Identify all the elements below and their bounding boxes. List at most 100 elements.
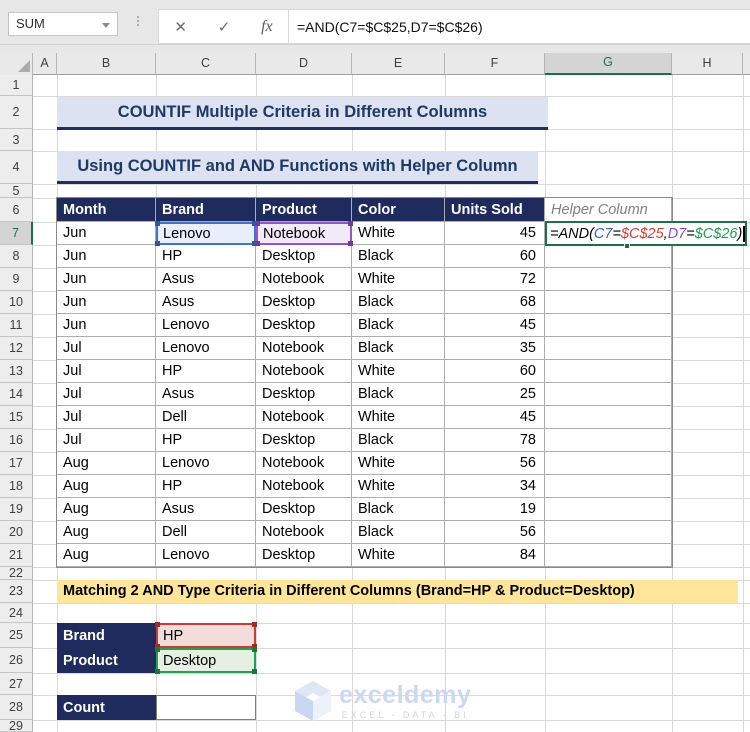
row-header-25[interactable]: 25	[0, 623, 33, 648]
column-header-F[interactable]: F	[445, 53, 545, 75]
column-header-A[interactable]: A	[33, 53, 57, 75]
product-label-cell[interactable]: Product	[57, 648, 156, 673]
table-cell-r10-cF[interactable]: 68	[445, 291, 545, 314]
table-cell-r8-cB[interactable]: Jun	[57, 245, 156, 268]
table-cell-r19-cB[interactable]: Aug	[57, 498, 156, 521]
row-header-13[interactable]: 13	[0, 360, 33, 383]
table-cell-r16-cG[interactable]	[545, 429, 672, 452]
table-cell-r16-cC[interactable]: HP	[156, 429, 256, 452]
column-header-H[interactable]: H	[672, 53, 743, 75]
row-header-5[interactable]: 5	[0, 184, 33, 198]
table-cell-r20-cF[interactable]: 56	[445, 521, 545, 544]
table-cell-r18-cD[interactable]: Notebook	[256, 475, 352, 498]
table-cell-r14-cB[interactable]: Jul	[57, 383, 156, 406]
table-cell-r21-cG[interactable]	[545, 544, 672, 567]
table-cell-r19-cE[interactable]: Black	[352, 498, 445, 521]
table-cell-r17-cB[interactable]: Aug	[57, 452, 156, 475]
row-header-11[interactable]: 11	[0, 314, 33, 337]
table-cell-r11-cB[interactable]: Jun	[57, 314, 156, 337]
row-header-22[interactable]: 22	[0, 566, 33, 580]
row-header-4[interactable]: 4	[0, 151, 33, 184]
table-cell-r14-cF[interactable]: 25	[445, 383, 545, 406]
fill-handle[interactable]	[624, 243, 630, 249]
row-header-29[interactable]: 29	[0, 719, 33, 732]
table-cell-r11-cD[interactable]: Desktop	[256, 314, 352, 337]
table-cell-r19-cF[interactable]: 19	[445, 498, 545, 521]
table-header-brand[interactable]: Brand	[156, 198, 256, 222]
ref-cell-D7[interactable]: Notebook	[255, 221, 353, 246]
table-cell-r13-cC[interactable]: HP	[156, 360, 256, 383]
table-cell-r16-cE[interactable]: Black	[352, 429, 445, 452]
table-cell-r17-cG[interactable]	[545, 452, 672, 475]
table-cell-r18-cE[interactable]: White	[352, 475, 445, 498]
table-cell-r8-cG[interactable]	[545, 245, 672, 268]
row-header-20[interactable]: 20	[0, 521, 33, 544]
column-header-E[interactable]: E	[352, 53, 445, 75]
table-cell-r15-cG[interactable]	[545, 406, 672, 429]
table-cell-r13-cE[interactable]: White	[352, 360, 445, 383]
table-cell-r9-cC[interactable]: Asus	[156, 268, 256, 291]
table-cell-r21-cF[interactable]: 84	[445, 544, 545, 567]
table-cell-r20-cG[interactable]	[545, 521, 672, 544]
table-cell-r13-cG[interactable]	[545, 360, 672, 383]
table-cell-r18-cG[interactable]	[545, 475, 672, 498]
row-header-24[interactable]: 24	[0, 603, 33, 623]
table-cell-r21-cC[interactable]: Lenovo	[156, 544, 256, 567]
formula-input[interactable]: =AND(C7=$C$25,D7=$C$26)	[289, 9, 750, 44]
table-cell-r21-cD[interactable]: Desktop	[256, 544, 352, 567]
column-header-D[interactable]: D	[256, 53, 352, 75]
table-header-units-sold[interactable]: Units Sold	[445, 198, 545, 222]
ref-cell-C7[interactable]: Lenovo	[155, 221, 257, 246]
table-cell-r14-cD[interactable]: Desktop	[256, 383, 352, 406]
table-cell-r16-cB[interactable]: Jul	[57, 429, 156, 452]
table-cell-r14-cE[interactable]: Black	[352, 383, 445, 406]
table-cell-r13-cD[interactable]: Notebook	[256, 360, 352, 383]
table-cell-r21-cE[interactable]: White	[352, 544, 445, 567]
table-cell-r11-cE[interactable]: Black	[352, 314, 445, 337]
table-cell-r13-cB[interactable]: Jul	[57, 360, 156, 383]
table-cell-r20-cB[interactable]: Aug	[57, 521, 156, 544]
select-all-corner[interactable]	[0, 53, 33, 75]
table-cell-r12-cB[interactable]: Jul	[57, 337, 156, 360]
table-cell-r10-cC[interactable]: Asus	[156, 291, 256, 314]
table-cell-r12-cC[interactable]: Lenovo	[156, 337, 256, 360]
title-banner-main[interactable]: COUNTIF Multiple Criteria in Different C…	[57, 97, 548, 130]
table-cell-r10-cE[interactable]: Black	[352, 291, 445, 314]
column-header-B[interactable]: B	[57, 53, 156, 75]
criteria-banner[interactable]: Matching 2 AND Type Criteria in Differen…	[57, 580, 738, 603]
table-cell-r16-cF[interactable]: 78	[445, 429, 545, 452]
table-cell-r19-cD[interactable]: Desktop	[256, 498, 352, 521]
table-cell-r16-cD[interactable]: Desktop	[256, 429, 352, 452]
table-cell-r12-cE[interactable]: Black	[352, 337, 445, 360]
table-cell-r19-cG[interactable]	[545, 498, 672, 521]
table-cell-r10-cB[interactable]: Jun	[57, 291, 156, 314]
table-cell-r8-cE[interactable]: Black	[352, 245, 445, 268]
name-box[interactable]: SUM	[8, 12, 118, 36]
table-cell-r11-cG[interactable]	[545, 314, 672, 337]
table-cell-r15-cB[interactable]: Jul	[57, 406, 156, 429]
table-header-helper-column[interactable]: Helper Column	[545, 198, 672, 222]
row-header-7[interactable]: 7	[0, 222, 33, 245]
table-cell-r15-cF[interactable]: 45	[445, 406, 545, 429]
row-header-17[interactable]: 17	[0, 452, 33, 475]
table-cell-r21-cB[interactable]: Aug	[57, 544, 156, 567]
table-cell-r8-cF[interactable]: 60	[445, 245, 545, 268]
row-header-2[interactable]: 2	[0, 96, 33, 129]
table-cell-r18-cC[interactable]: HP	[156, 475, 256, 498]
table-cell-r11-cF[interactable]: 45	[445, 314, 545, 337]
row-header-8[interactable]: 8	[0, 245, 33, 268]
table-cell-r8-cC[interactable]: HP	[156, 245, 256, 268]
table-cell-r17-cF[interactable]: 56	[445, 452, 545, 475]
insert-function-icon[interactable]: fx	[261, 18, 273, 36]
count-label-cell[interactable]: Count	[57, 695, 156, 720]
table-cell-r9-cD[interactable]: Notebook	[256, 268, 352, 291]
row-header-26[interactable]: 26	[0, 648, 33, 673]
row-header-9[interactable]: 9	[0, 268, 33, 291]
table-cell-r12-cD[interactable]: Notebook	[256, 337, 352, 360]
table-header-product[interactable]: Product	[256, 198, 352, 222]
table-cell-r9-cB[interactable]: Jun	[57, 268, 156, 291]
row-header-21[interactable]: 21	[0, 544, 33, 567]
table-cell-r13-cF[interactable]: 60	[445, 360, 545, 383]
table-cell-r14-cG[interactable]	[545, 383, 672, 406]
table-cell-r7-cF[interactable]: 45	[445, 222, 545, 245]
